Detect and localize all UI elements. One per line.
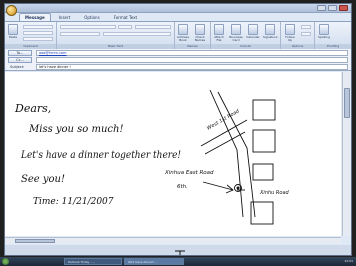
horizontal-scroll-thumb[interactable] <box>15 239 55 243</box>
vertical-scrollbar[interactable] <box>342 72 351 236</box>
tab-options[interactable]: Options <box>78 13 105 21</box>
map-label-2: 6th. <box>177 184 188 190</box>
window-controls <box>317 5 348 11</box>
format-painter-button[interactable] <box>23 37 53 41</box>
font-name-select[interactable] <box>60 25 116 29</box>
cc-field[interactable] <box>36 57 348 63</box>
taskbar: Outlook Today - ... let's have dinner! .… <box>0 257 356 266</box>
business-card-label: Business Card <box>229 35 243 42</box>
copy-button[interactable] <box>23 31 53 35</box>
map-road-line-3 <box>200 119 248 147</box>
handwritten-note: Dears, Miss you so much! Let's have a di… <box>14 89 290 225</box>
note-line-2: Let's have a dinner together there! <box>20 150 181 161</box>
alignment-buttons[interactable] <box>103 32 171 36</box>
message-header-fields: To... aaa@hmm.com Cc... Subject: let's h… <box>5 49 351 71</box>
map-road-line-4 <box>204 131 246 155</box>
taskbar-item-outlook-today[interactable]: Outlook Today - ... <box>64 258 122 265</box>
group-proofing: Spelling Proofing <box>315 22 351 49</box>
attach-file-label: Attach File <box>214 35 224 42</box>
to-field[interactable]: aaa@hmm.com <box>36 50 348 56</box>
high-importance-button[interactable] <box>301 25 311 29</box>
text-cursor-icon <box>175 250 185 255</box>
spelling-button[interactable] <box>319 24 329 35</box>
subject-field[interactable]: let's have dinner ! <box>36 64 348 70</box>
bold-italic-underline-buttons[interactable] <box>60 32 100 36</box>
system-clock: 12:01 <box>344 259 353 263</box>
ribbon-tabs: Message Insert Options Format Text <box>19 13 143 21</box>
address-book-label: Address Book <box>177 35 189 42</box>
close-button[interactable] <box>339 5 348 11</box>
ink-message-body[interactable]: Dears, Miss you so much! Let's have a di… <box>5 72 341 236</box>
note-greeting: Dears, <box>14 102 51 115</box>
to-button[interactable]: To... <box>8 50 32 56</box>
check-names-label: Check Names <box>194 35 206 42</box>
note-line-1: Miss you so much! <box>28 124 123 135</box>
vertical-scroll-thumb[interactable] <box>344 88 350 118</box>
tab-insert[interactable]: Insert <box>53 13 76 21</box>
group-include: Attach File Business Card Calendar Signa… <box>211 22 281 49</box>
map-label-1: Xinhua East Road <box>164 170 214 176</box>
subject-label: Subject: <box>10 65 25 69</box>
address-book-button[interactable] <box>178 24 188 35</box>
taskbar-item-message[interactable]: let's have dinner! ... <box>124 258 184 265</box>
map-block-3 <box>252 163 274 181</box>
calendar-button[interactable] <box>248 24 258 35</box>
horizontal-scrollbar[interactable] <box>5 237 341 244</box>
paste-button[interactable] <box>8 24 18 35</box>
cut-button[interactable] <box>23 25 53 29</box>
group-options: Follow Up Options <box>281 22 315 49</box>
map-block-2 <box>252 129 276 153</box>
to-row: To... aaa@hmm.com <box>8 50 348 56</box>
office-button-icon[interactable] <box>6 5 17 16</box>
cc-row: Cc... <box>8 57 348 63</box>
subject-row: Subject: let's have dinner ! <box>8 64 348 70</box>
ink-toolbar-area <box>5 245 351 255</box>
group-names: Address Book Check Names Names <box>175 22 211 49</box>
start-button-icon[interactable] <box>2 258 9 265</box>
low-importance-button[interactable] <box>301 32 311 36</box>
outlook-compose-window: Message Insert Options Format Text Paste… <box>4 3 352 256</box>
note-line-3: See you! <box>21 174 65 185</box>
list-buttons[interactable] <box>135 25 171 29</box>
follow-up-label: Follow Up <box>285 35 295 42</box>
group-basic-text: Basic Text <box>57 22 175 49</box>
map-block-1 <box>252 99 276 121</box>
calendar-label: Calendar <box>246 35 260 39</box>
spelling-label: Spelling <box>318 35 330 39</box>
business-card-button[interactable] <box>231 24 241 35</box>
ribbon: Paste Clipboard Basic Text Address Book … <box>5 21 351 49</box>
attach-file-button[interactable] <box>214 24 224 35</box>
maximize-button[interactable] <box>328 5 337 11</box>
tab-format-text[interactable]: Format Text <box>108 13 143 21</box>
map-destination-dot <box>236 186 240 190</box>
signature-label: Signature <box>263 35 278 39</box>
minimize-button[interactable] <box>317 5 326 11</box>
note-time: Time: 11/21/2007 <box>33 197 114 207</box>
paste-label: Paste <box>8 35 18 39</box>
desktop: Message Insert Options Format Text Paste… <box>0 0 356 266</box>
map-street-label-2: Xinhu Road <box>259 190 290 196</box>
group-clipboard: Paste Clipboard <box>5 22 57 49</box>
check-names-button[interactable] <box>195 24 205 35</box>
font-size-select[interactable] <box>118 25 132 29</box>
cc-button[interactable]: Cc... <box>8 57 32 63</box>
title-bar <box>5 4 351 13</box>
signature-button[interactable] <box>265 24 275 35</box>
to-address: aaa@hmm.com <box>39 51 67 55</box>
ink-toolbar-icons <box>175 250 185 255</box>
tab-message[interactable]: Message <box>19 13 51 21</box>
map-street-label-1: West 1st Road <box>206 108 241 132</box>
follow-up-flag-button[interactable] <box>285 24 295 35</box>
